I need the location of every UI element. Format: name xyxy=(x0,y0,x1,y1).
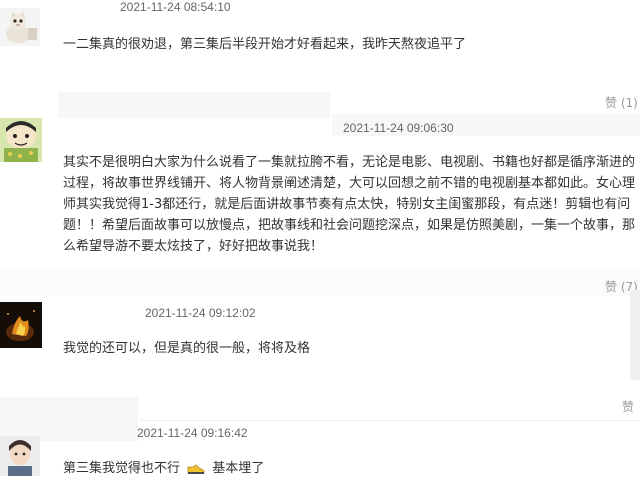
comment-timestamp: 2021-11-24 09:06:30 xyxy=(343,121,454,135)
like-button[interactable]: 赞 xyxy=(622,398,634,415)
person-avatar-image xyxy=(0,436,40,476)
blurred-region xyxy=(0,397,138,441)
cat-avatar-image xyxy=(0,8,40,46)
comment-text-main: 第三集我觉得也不行 xyxy=(63,461,181,476)
comment-text: 其实不是很明白大家为什么说看了一集就拉胯不看，无论是电影、电视剧、书籍也好都是循… xyxy=(63,155,636,254)
comment-text: 第三集我觉得也不行 基本埋了 xyxy=(63,458,623,482)
blurred-region xyxy=(0,268,640,296)
comment-timestamp: 2021-11-24 09:12:02 xyxy=(145,306,256,320)
comment-text: 我觉的还可以，但是真的很一般，将将及格 xyxy=(63,341,311,356)
comment-text: 一二集真的很劝退，第三集后半段开始才好看起来，我昨天熬夜追平了 xyxy=(63,37,467,52)
person-avatar[interactable] xyxy=(0,436,40,476)
cat-avatar[interactable] xyxy=(0,8,40,46)
cartoon-avatar[interactable] xyxy=(0,118,42,162)
fire-avatar[interactable] xyxy=(0,302,42,348)
blurred-region xyxy=(58,92,330,118)
cartoon-avatar-image xyxy=(0,118,42,162)
comment-text-suffix: 基本埋了 xyxy=(212,461,265,476)
like-button[interactable]: 赞 (1) xyxy=(605,94,638,111)
divider xyxy=(140,420,640,421)
comment-timestamp: 2021-11-24 08:54:10 xyxy=(120,0,231,14)
blurred-region xyxy=(630,290,640,380)
comment-timestamp: 2021-11-24 09:16:42 xyxy=(137,426,248,440)
fire-avatar-image xyxy=(0,302,42,348)
shoe-emoji-icon xyxy=(187,461,205,482)
